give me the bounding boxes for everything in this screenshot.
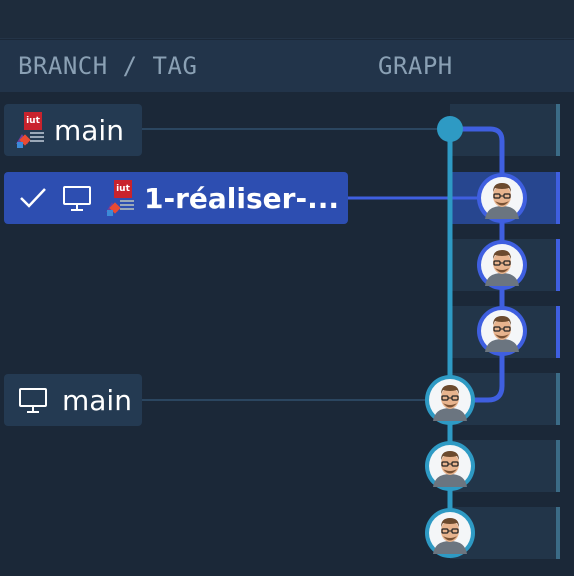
branch-label: 1-réaliser-... — [144, 181, 339, 215]
branch-label: main — [62, 383, 132, 417]
remote-branch-main[interactable]: iut main — [4, 104, 142, 156]
commit-graph — [142, 116, 527, 558]
iut-logo-text: iut — [24, 112, 42, 130]
iut-logo-icon: iut — [16, 112, 44, 148]
iut-logo-icon: iut — [106, 180, 134, 216]
check-icon — [20, 188, 46, 208]
commit-node[interactable] — [437, 116, 463, 142]
commit-avatar[interactable] — [425, 441, 475, 491]
commit-avatar[interactable] — [477, 173, 527, 223]
monitor-icon — [63, 186, 91, 211]
local-branch-main[interactable]: main — [4, 374, 142, 426]
checked-out-branch[interactable]: iut 1-réaliser-... — [4, 172, 348, 224]
commit-avatar[interactable] — [425, 508, 475, 558]
commit-avatar[interactable] — [477, 306, 527, 356]
monitor-icon — [19, 388, 47, 413]
commit-avatar[interactable] — [477, 240, 527, 290]
iut-logo-text: iut — [114, 180, 132, 198]
commit-avatar[interactable] — [425, 375, 475, 425]
branch-label: main — [54, 113, 124, 147]
